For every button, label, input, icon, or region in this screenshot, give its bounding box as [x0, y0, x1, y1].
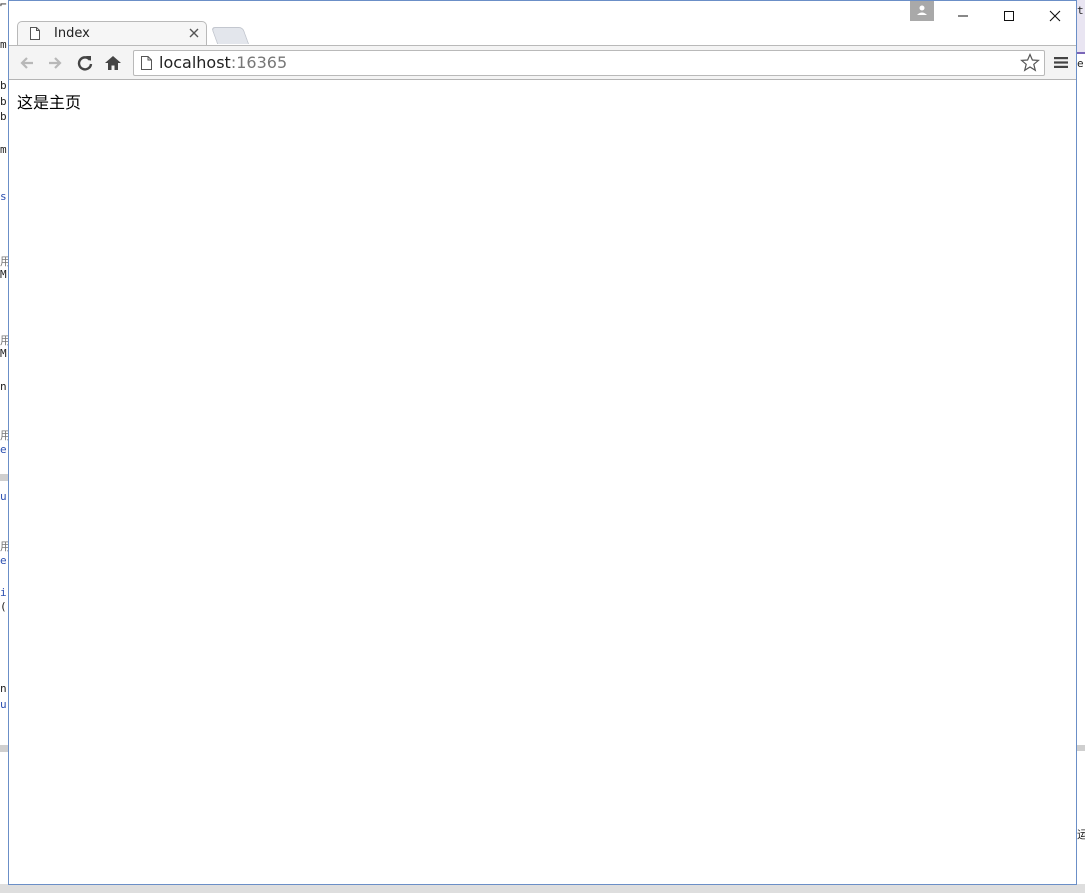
tab-title: Index	[54, 26, 90, 41]
ide-glyph: n	[0, 380, 7, 393]
maximize-icon	[1004, 11, 1014, 21]
person-icon	[917, 5, 927, 15]
ide-glyph: M	[0, 268, 7, 281]
maximize-button[interactable]	[986, 1, 1032, 31]
star-icon[interactable]	[1020, 53, 1040, 73]
url-host: localhost	[159, 53, 231, 72]
ide-glyph: ⌐	[0, 0, 7, 11]
page-content: 这是主页	[9, 80, 1076, 884]
ide-glyph: u	[0, 698, 7, 711]
forward-arrow-icon[interactable]	[45, 53, 65, 73]
background-ide-bottom	[0, 884, 1085, 893]
browser-window: Index localhost:16365 这是主页	[8, 0, 1077, 885]
ide-glyph: b	[0, 110, 7, 123]
close-icon	[1049, 10, 1061, 22]
close-window-button[interactable]	[1032, 1, 1078, 31]
ide-glyph: i	[0, 586, 7, 599]
reload-icon[interactable]	[75, 53, 95, 73]
profile-button[interactable]	[910, 1, 934, 21]
ide-glyph: (	[0, 600, 7, 613]
ide-glyph: u	[0, 490, 7, 503]
ide-glyph: b	[0, 79, 7, 92]
document-icon	[30, 27, 40, 40]
tab-index[interactable]: Index	[17, 21, 207, 46]
ide-glyph: e	[1077, 57, 1084, 70]
page-heading-text: 这是主页	[17, 93, 82, 112]
address-bar[interactable]: localhost:16365	[133, 50, 1045, 76]
ide-glyph: m	[0, 38, 7, 51]
browser-toolbar: localhost:16365	[9, 45, 1076, 80]
ide-glyph: b	[0, 95, 7, 108]
ide-glyph: s	[0, 190, 7, 203]
minimize-button[interactable]	[940, 1, 986, 31]
ide-glyph: M	[0, 347, 7, 360]
title-bar: Index	[9, 1, 1078, 46]
close-tab-icon[interactable]	[188, 27, 200, 39]
hamburger-menu-icon[interactable]	[1054, 54, 1068, 70]
ide-glyph: 运	[1077, 828, 1085, 841]
ide-separator	[1077, 745, 1085, 751]
minimize-icon	[958, 15, 968, 17]
home-icon[interactable]	[103, 53, 123, 73]
ide-glyph: e	[0, 554, 7, 567]
back-arrow-icon[interactable]	[17, 53, 37, 73]
ide-glyph: m	[0, 143, 7, 156]
url-text[interactable]: localhost:16365	[159, 53, 287, 72]
new-tab-button[interactable]	[210, 27, 250, 44]
url-port: :16365	[230, 53, 288, 72]
ide-glyph: n	[0, 682, 7, 695]
background-ide-right: t e 运	[1077, 0, 1085, 893]
page-icon	[141, 56, 152, 70]
ide-glyph: e	[0, 443, 7, 456]
